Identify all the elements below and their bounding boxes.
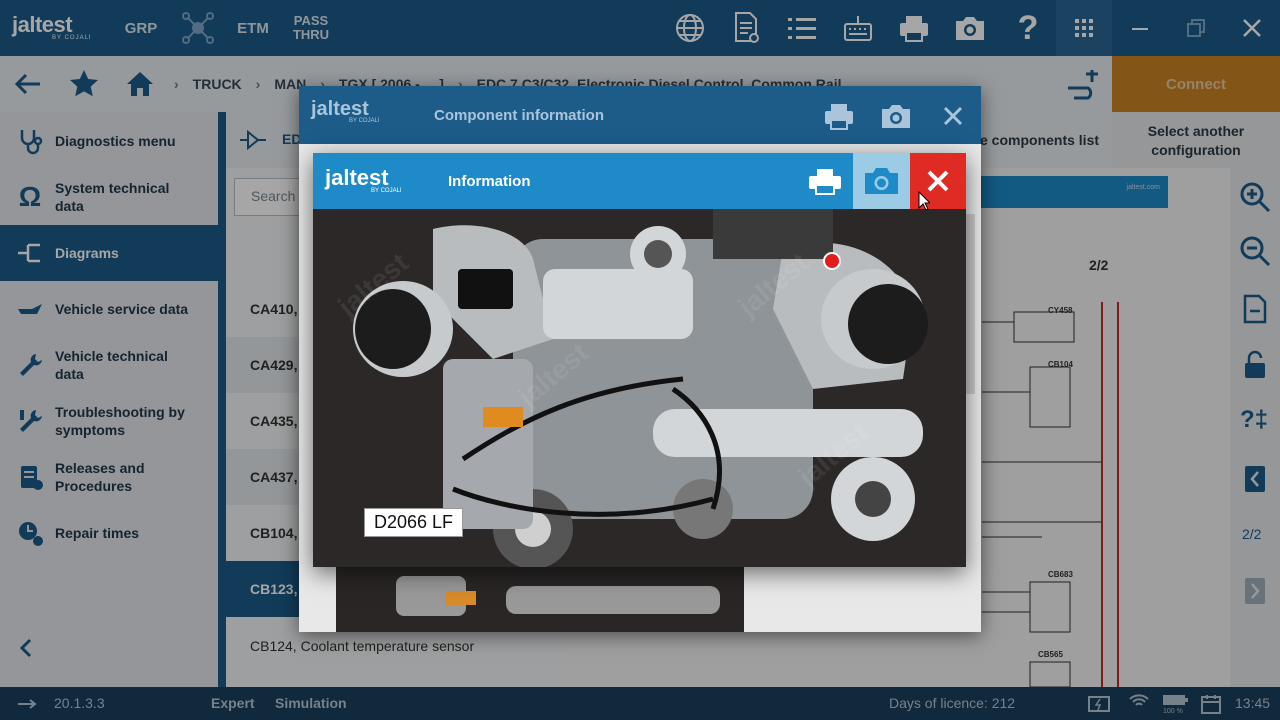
mouse-cursor-icon [918,190,932,211]
information-dialog: jaltest BY COJALI Information jaltest ja… [313,153,966,567]
information-header: jaltest BY COJALI Information [313,153,966,209]
component-information-header: jaltest BY COJALI Component information [299,86,981,144]
dialog-title: Component information [434,107,604,124]
information-camera-button[interactable] [853,153,910,209]
information-dialog-title: Information [448,173,531,190]
dialog-logo: jaltest BY COJALI [311,98,380,124]
dialog-scrollbar[interactable] [965,214,975,394]
background-engine-photo [336,566,744,632]
dialog-close-icon[interactable] [935,98,971,139]
engine-photo: jaltest jaltest jaltest jaltest D2066 LF [313,209,966,567]
engine-model-label: D2066 LF [364,508,464,537]
dialog-camera-icon[interactable] [878,98,914,139]
information-printer-icon[interactable] [805,163,845,204]
information-dialog-logo: jaltest BY COJALI [325,165,402,194]
dialog-printer-icon[interactable] [821,98,857,139]
